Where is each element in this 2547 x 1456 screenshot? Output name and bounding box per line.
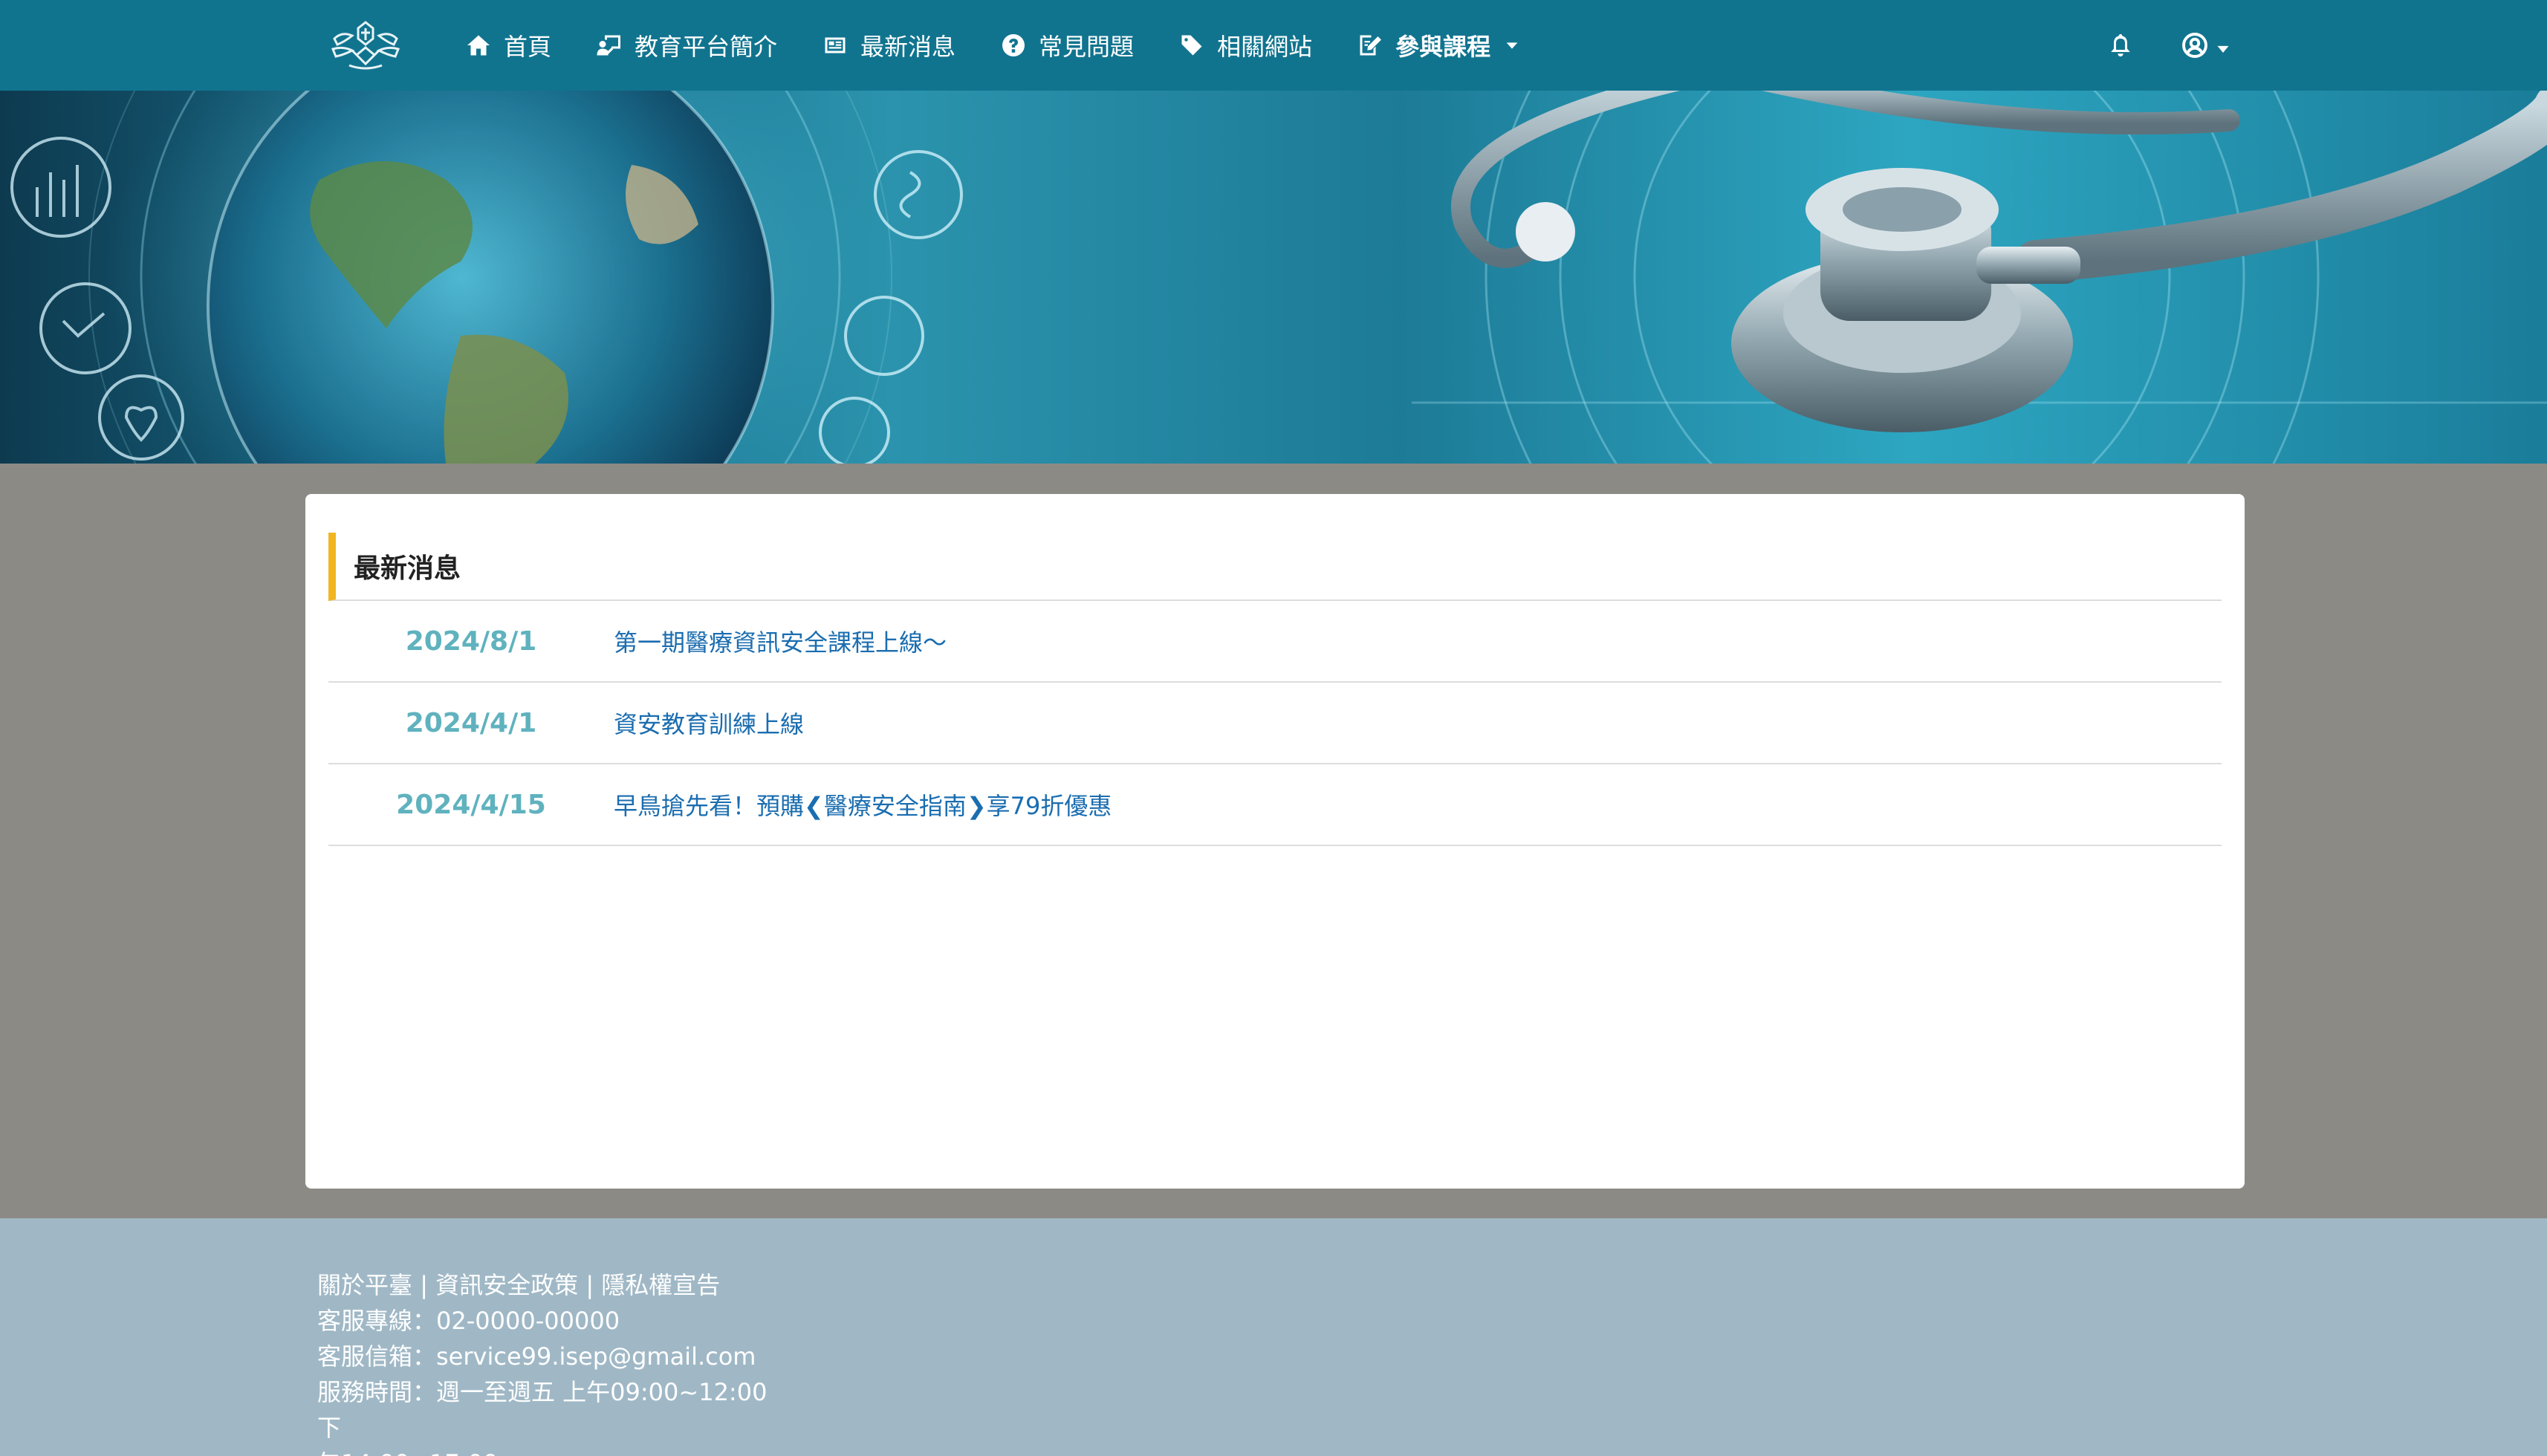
- hero-banner: [0, 91, 2547, 464]
- nav-related-sites-label: 相關網站: [1217, 33, 1313, 61]
- footer-link-privacy[interactable]: 隱私權宣告: [601, 1271, 720, 1299]
- footer-phone: 客服專線：02-0000-00000: [317, 1307, 620, 1335]
- nav-platform-intro-label: 教育平台簡介: [635, 33, 778, 61]
- tag-icon: [1181, 35, 1202, 56]
- home-icon: [467, 35, 490, 56]
- nav-home[interactable]: 首頁: [465, 28, 551, 62]
- news-title-link[interactable]: 資安教育訓練上線: [614, 706, 804, 740]
- news-title-link[interactable]: 早鳥搶先看！預購❮醫療安全指南❯享79折優惠: [614, 787, 1112, 822]
- footer-links: 關於平臺 | 資訊安全政策 | 隱私權宣告: [317, 1267, 793, 1303]
- caret-down-icon: [1506, 42, 1518, 49]
- news-date: 2024/4/15: [396, 789, 546, 820]
- newspaper-icon: [825, 37, 846, 53]
- news-item: 2024/4/15 早鳥搶先看！預購❮醫療安全指南❯享79折優惠: [328, 764, 2222, 846]
- bell-icon[interactable]: [2107, 32, 2134, 59]
- nav-news-label: 最新消息: [860, 33, 956, 61]
- nav-join-course-dropdown[interactable]: 參與課程: [1357, 28, 1520, 62]
- news-heading: 最新消息: [328, 533, 2222, 601]
- nav-join-course-label: 參與課程: [1395, 33, 1491, 61]
- banner-illustration: [10, 91, 2547, 464]
- caret-down-icon: [2217, 45, 2229, 53]
- news-item: 2024/8/1 第一期醫療資訊安全課程上線～: [328, 601, 2222, 683]
- news-card: 最新消息 2024/8/1 第一期醫療資訊安全課程上線～ 2024/4/1 資安…: [305, 494, 2245, 1189]
- footer-link-about[interactable]: 關於平臺: [317, 1271, 412, 1299]
- footer-hours-line1: 服務時間：週一至週五 上午09:00~12:00 下: [317, 1378, 768, 1442]
- news-date: 2024/4/1: [405, 707, 537, 738]
- question-circle-icon: [1002, 34, 1025, 56]
- chalkboard-teacher-icon: [597, 35, 621, 56]
- top-navbar: 首頁 教育平台簡介 最新消息 常見問題 相關網站 參與課程: [0, 0, 2547, 91]
- nav-faq[interactable]: 常見問題: [1000, 28, 1134, 62]
- footer-separator: |: [412, 1271, 436, 1299]
- footer-info: 關於平臺 | 資訊安全政策 | 隱私權宣告 客服專線：02-0000-00000…: [317, 1267, 793, 1456]
- nav-faq-label: 常見問題: [1039, 33, 1135, 61]
- news-list: 2024/8/1 第一期醫療資訊安全課程上線～ 2024/4/1 資安教育訓練上…: [328, 601, 2222, 846]
- footer-link-security-policy[interactable]: 資訊安全政策: [435, 1271, 578, 1299]
- footer-separator: |: [578, 1271, 602, 1299]
- news-date: 2024/8/1: [405, 625, 537, 657]
- news-title-link[interactable]: 第一期醫療資訊安全課程上線～: [614, 624, 947, 658]
- edit-document-icon: [1360, 35, 1382, 56]
- site-logo[interactable]: [327, 16, 404, 73]
- nav-platform-intro[interactable]: 教育平台簡介: [596, 28, 777, 62]
- nav-home-label: 首頁: [504, 33, 552, 61]
- user-menu-dropdown[interactable]: [2181, 32, 2230, 59]
- user-circle-icon: [2182, 33, 2207, 58]
- news-item: 2024/4/1 資安教育訓練上線: [328, 683, 2222, 764]
- footer-email: 客服信箱：service99.isep@gmail.com: [317, 1342, 756, 1371]
- nav-news[interactable]: 最新消息: [822, 28, 955, 62]
- nav-related-sites[interactable]: 相關網站: [1178, 28, 1312, 62]
- footer-hours-line2: 午14:00~17:00: [317, 1446, 793, 1456]
- page-footer: 關於平臺 | 資訊安全政策 | 隱私權宣告 客服專線：02-0000-00000…: [0, 1218, 2547, 1456]
